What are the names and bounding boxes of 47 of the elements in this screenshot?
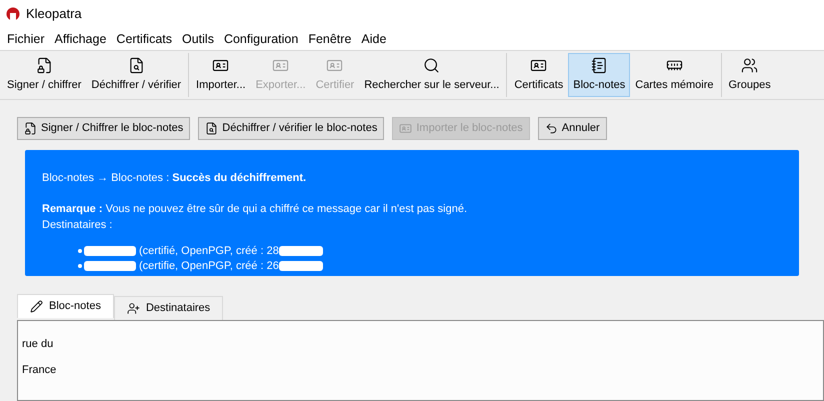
- pencil-icon: [30, 300, 43, 313]
- toolbar-button[interactable]: Groupes: [724, 53, 776, 97]
- file-lock-icon: [36, 56, 53, 74]
- file-lock-icon: [24, 122, 37, 135]
- menu-item[interactable]: Outils: [177, 30, 219, 48]
- menu-item[interactable]: Fenêtre: [303, 30, 356, 48]
- toolbar-button[interactable]: Certificats: [509, 53, 568, 97]
- toolbar-button[interactable]: Signer / chiffrer: [2, 53, 86, 97]
- action-button[interactable]: Annuler: [538, 117, 607, 140]
- id-card-icon: [399, 122, 412, 135]
- user-plus-icon: [126, 302, 140, 315]
- menu-item[interactable]: Certificats: [111, 30, 177, 48]
- notepad-line: rue du: [22, 338, 54, 351]
- tab[interactable]: Bloc-notes: [17, 294, 114, 318]
- file-search-icon: [128, 56, 145, 74]
- toolbar-button[interactable]: Déchiffrer / vérifier: [86, 53, 186, 97]
- redaction-mark: [84, 246, 136, 256]
- toolbar-button[interactable]: Bloc-notes: [568, 53, 630, 97]
- toolbar-button[interactable]: Rechercher sur le serveur...: [359, 53, 504, 97]
- app-logo-icon: [6, 7, 20, 21]
- undo-icon: [544, 122, 558, 135]
- tab[interactable]: Destinataires: [114, 296, 224, 320]
- toolbar-button[interactable]: Cartes mémoire: [630, 53, 718, 97]
- search-icon: [423, 56, 440, 74]
- bullet-icon: [78, 264, 82, 268]
- recipients-label: Destinataires :: [42, 218, 114, 233]
- menu-item[interactable]: Fichier: [2, 30, 50, 48]
- users-icon: [741, 56, 758, 74]
- redaction-mark: [278, 261, 323, 271]
- recipient-text: (certifié, OpenPGP, créé : 28: [139, 244, 279, 259]
- remark-text: Remarque : Vous ne pouvez être sûr de qui a chiffré ce message car il n'est pas signé.: [42, 202, 468, 216]
- file-search-icon: [205, 122, 218, 135]
- menu-item[interactable]: Affichage: [50, 30, 112, 48]
- toolbar-button[interactable]: Importer...: [191, 53, 251, 97]
- notepad-line: France: [22, 364, 56, 377]
- notebook-icon: [590, 56, 608, 74]
- notepad-editor[interactable]: rue du France: [17, 320, 824, 401]
- recipient-text: (certifie, OpenPGP, créé : 26: [139, 258, 279, 274]
- bullet-icon: [78, 249, 82, 253]
- menu-item[interactable]: Configuration: [218, 30, 304, 48]
- redaction-mark: [84, 261, 136, 271]
- window-title: Kleopatra: [26, 5, 82, 24]
- action-button[interactable]: Signer / Chiffrer le bloc-notes: [17, 117, 190, 140]
- menu-item[interactable]: Aide: [356, 30, 392, 48]
- action-button[interactable]: Déchiffrer / vérifier le bloc-notes: [198, 117, 384, 140]
- result-heading: Bloc-notes → Bloc-notes : Succès du déchiffrement.: [42, 171, 308, 186]
- redaction-mark: [278, 246, 323, 256]
